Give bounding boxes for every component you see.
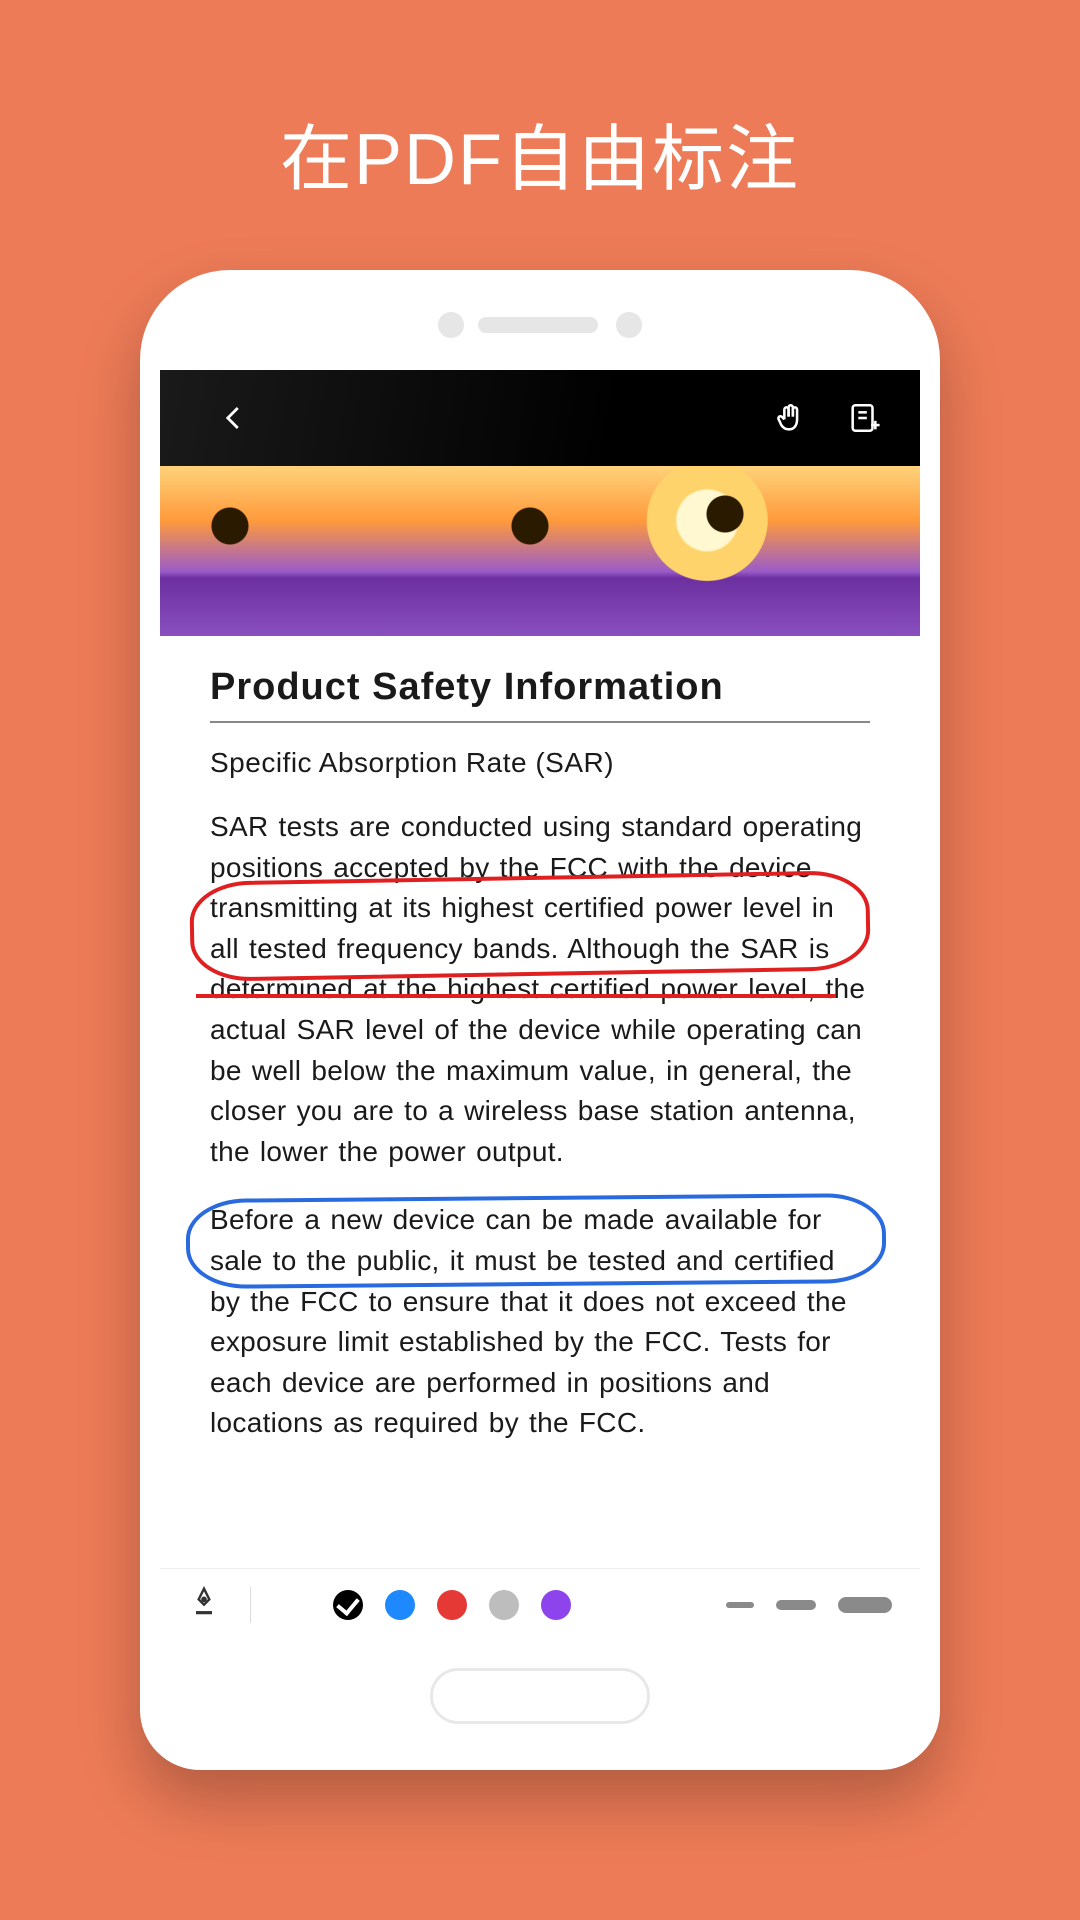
hero-title: 在PDF自由标注 <box>0 0 1080 205</box>
doc-paragraph-2: Before a new device can be made availabl… <box>210 1200 870 1444</box>
color-black-selected[interactable] <box>333 1590 363 1620</box>
color-blue[interactable] <box>385 1590 415 1620</box>
app-topbar <box>160 370 920 466</box>
stroke-thin[interactable] <box>726 1602 754 1608</box>
phone-home-button <box>430 1668 650 1724</box>
pen-tool-button[interactable] <box>188 1586 220 1623</box>
color-gray[interactable] <box>489 1590 519 1620</box>
doc-subtitle: Specific Absorption Rate (SAR) <box>210 747 870 779</box>
add-note-button[interactable] <box>836 390 892 446</box>
stroke-medium[interactable] <box>776 1600 816 1610</box>
hand-tool-button[interactable] <box>762 390 818 446</box>
phone-screen: Product Safety Information Specific Abso… <box>160 370 920 1640</box>
stroke-thick[interactable] <box>838 1597 892 1613</box>
document-body[interactable]: Product Safety Information Specific Abso… <box>160 636 920 1568</box>
color-purple[interactable] <box>541 1590 571 1620</box>
doc-paragraph-1: SAR tests are conducted using standard o… <box>210 807 870 1172</box>
document-banner-image <box>160 466 920 636</box>
back-button[interactable] <box>206 390 262 446</box>
title-divider <box>210 721 870 723</box>
doc-title: Product Safety Information <box>210 666 870 721</box>
annotation-toolbar <box>160 1568 920 1640</box>
color-red[interactable] <box>437 1590 467 1620</box>
phone-speaker <box>438 312 642 338</box>
toolbar-separator <box>250 1587 251 1623</box>
phone-frame: Product Safety Information Specific Abso… <box>140 270 940 1770</box>
